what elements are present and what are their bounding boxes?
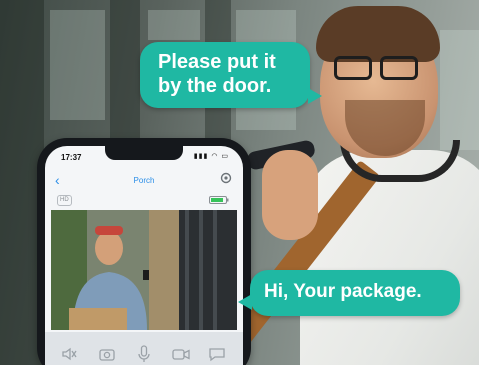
camera-icon xyxy=(99,349,115,361)
background-window xyxy=(50,10,105,120)
status-time: 17:37 xyxy=(61,153,82,162)
doorbell-app-screen: 17:37 ▮▮▮ ◠ ▭ ‹ Porch HD xyxy=(45,146,243,365)
signal-icon: ▮▮▮ xyxy=(193,153,209,160)
person-torso xyxy=(300,150,479,365)
status-icons: ▮▮▮ ◠ ▭ xyxy=(194,152,229,160)
record-button[interactable] xyxy=(171,344,191,364)
person-hair xyxy=(316,6,440,62)
microphone-icon xyxy=(138,345,150,362)
bubble-tail xyxy=(308,88,322,104)
bubble-tail xyxy=(238,294,252,310)
glasses xyxy=(330,56,426,82)
smartphone: 17:37 ▮▮▮ ◠ ▭ ‹ Porch HD xyxy=(37,138,251,365)
visitor-speech-text: Hi, Your package. xyxy=(264,281,422,302)
visitor-speech-bubble: Hi, Your package. xyxy=(238,270,460,316)
porch-camera-image xyxy=(51,210,237,330)
camera-name: Porch xyxy=(133,176,155,185)
app-nav-bar: ‹ Porch xyxy=(45,168,243,194)
live-video-feed[interactable] xyxy=(51,210,237,330)
phone-notch xyxy=(105,146,183,160)
ad-scene: Please put it by the door. 17:37 ▮▮▮ ◠ ▭… xyxy=(0,0,479,365)
wifi-icon: ◠ xyxy=(211,153,219,160)
stream-quality-badge[interactable]: HD xyxy=(57,195,72,206)
mute-button[interactable] xyxy=(59,344,79,364)
customer-speech-bubble: Please put it by the door. xyxy=(140,42,322,108)
speech-text-line-2: by the door. xyxy=(158,75,272,97)
snapshot-button[interactable] xyxy=(97,344,117,364)
settings-button[interactable] xyxy=(219,171,233,185)
message-icon xyxy=(209,348,225,362)
call-controls xyxy=(45,332,243,365)
video-icon xyxy=(172,349,190,360)
talk-button[interactable] xyxy=(134,344,154,364)
speech-text-line-1: Please put it xyxy=(158,51,276,73)
gear-icon xyxy=(220,172,232,184)
person-hand xyxy=(262,150,318,240)
quick-reply-button[interactable] xyxy=(207,344,227,364)
device-battery-icon xyxy=(209,196,229,204)
stream-info-row: HD xyxy=(45,194,243,208)
background-window xyxy=(148,10,200,40)
background-window xyxy=(440,30,479,150)
mute-icon xyxy=(62,347,77,361)
battery-icon: ▭ xyxy=(221,153,229,160)
